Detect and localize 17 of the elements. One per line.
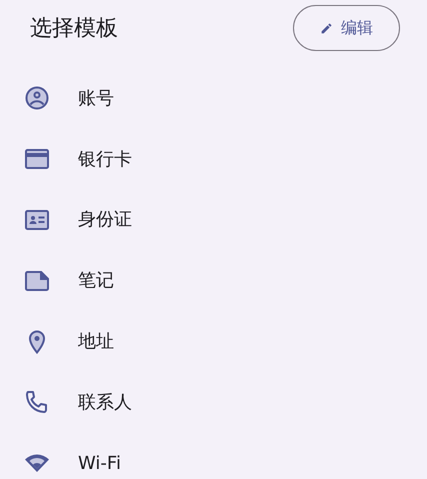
template-item[interactable]: 地址: [0, 311, 427, 372]
user-circle-icon: [25, 86, 49, 110]
edit-button[interactable]: 编辑: [293, 5, 400, 51]
template-item[interactable]: 身份证: [0, 190, 427, 250]
wifi-icon: [24, 453, 50, 474]
credit-card-icon: [25, 149, 49, 170]
phone-icon: [25, 390, 49, 414]
template-item[interactable]: 联系人: [0, 372, 427, 433]
pencil-icon: [320, 22, 333, 34]
location-pin-icon: [29, 330, 45, 354]
id-card-icon: [25, 210, 49, 230]
template-item[interactable]: 账号: [0, 68, 427, 129]
page-title: 选择模板: [30, 14, 118, 42]
template-item[interactable]: Wi-Fi: [0, 432, 427, 479]
template-item[interactable]: 笔记: [0, 250, 427, 312]
template-item[interactable]: 银行卡: [0, 128, 427, 190]
note-icon: [25, 270, 49, 291]
